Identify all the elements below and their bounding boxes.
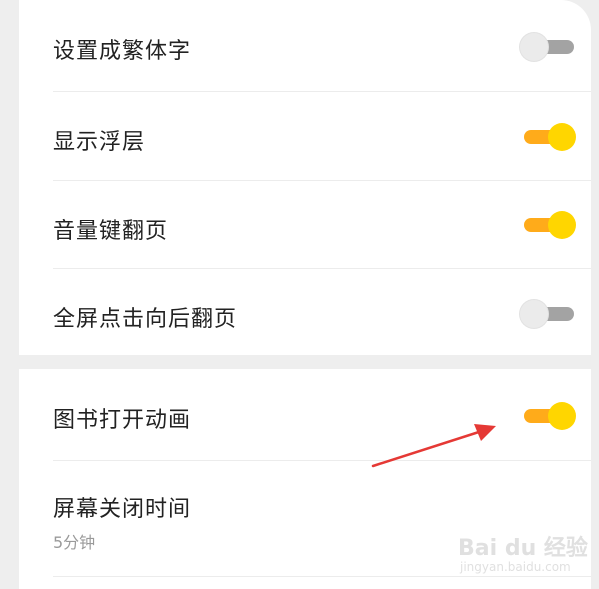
toggle-knob <box>548 123 576 151</box>
watermark-logo-text: Bai du 经验 <box>458 536 588 561</box>
screen-off-time-value: 5分钟 <box>53 533 96 552</box>
setting-label: 屏幕关闭时间 <box>53 497 192 522</box>
setting-row-traditional-chinese[interactable]: 设置成繁体字 <box>19 0 591 92</box>
toggle-knob <box>548 211 576 239</box>
setting-row-fullscreen-tap-page[interactable]: 全屏点击向后翻页 <box>19 269 591 355</box>
book-open-animation-toggle[interactable] <box>520 402 576 430</box>
toggle-knob <box>520 33 548 61</box>
toggle-knob <box>548 402 576 430</box>
setting-label: 设置成繁体字 <box>53 39 192 64</box>
traditional-chinese-toggle[interactable] <box>520 33 576 61</box>
watermark-url: jingyan.baidu.com <box>460 560 571 574</box>
settings-screen: 设置成繁体字 显示浮层 音量键翻页 全屏点击向后翻页 图书打开动画 屏幕关闭时间… <box>0 0 599 589</box>
setting-label: 音量键翻页 <box>53 219 169 244</box>
show-overlay-toggle[interactable] <box>520 123 576 151</box>
toggle-knob <box>520 300 548 328</box>
annotation-arrow-icon <box>371 424 496 468</box>
fullscreen-tap-page-toggle[interactable] <box>520 300 576 328</box>
setting-label: 图书打开动画 <box>53 408 192 433</box>
baidu-jingyan-watermark: Bai du 经验 jingyan.baidu.com <box>456 528 596 584</box>
settings-group-reading: 设置成繁体字 显示浮层 音量键翻页 全屏点击向后翻页 <box>19 0 591 355</box>
setting-label: 全屏点击向后翻页 <box>53 307 238 332</box>
setting-row-show-overlay[interactable]: 显示浮层 <box>19 92 591 180</box>
setting-label: 显示浮层 <box>53 130 146 155</box>
volume-key-page-toggle[interactable] <box>520 211 576 239</box>
setting-row-book-open-animation[interactable]: 图书打开动画 <box>19 369 591 461</box>
setting-row-volume-key-page[interactable]: 音量键翻页 <box>19 181 591 269</box>
